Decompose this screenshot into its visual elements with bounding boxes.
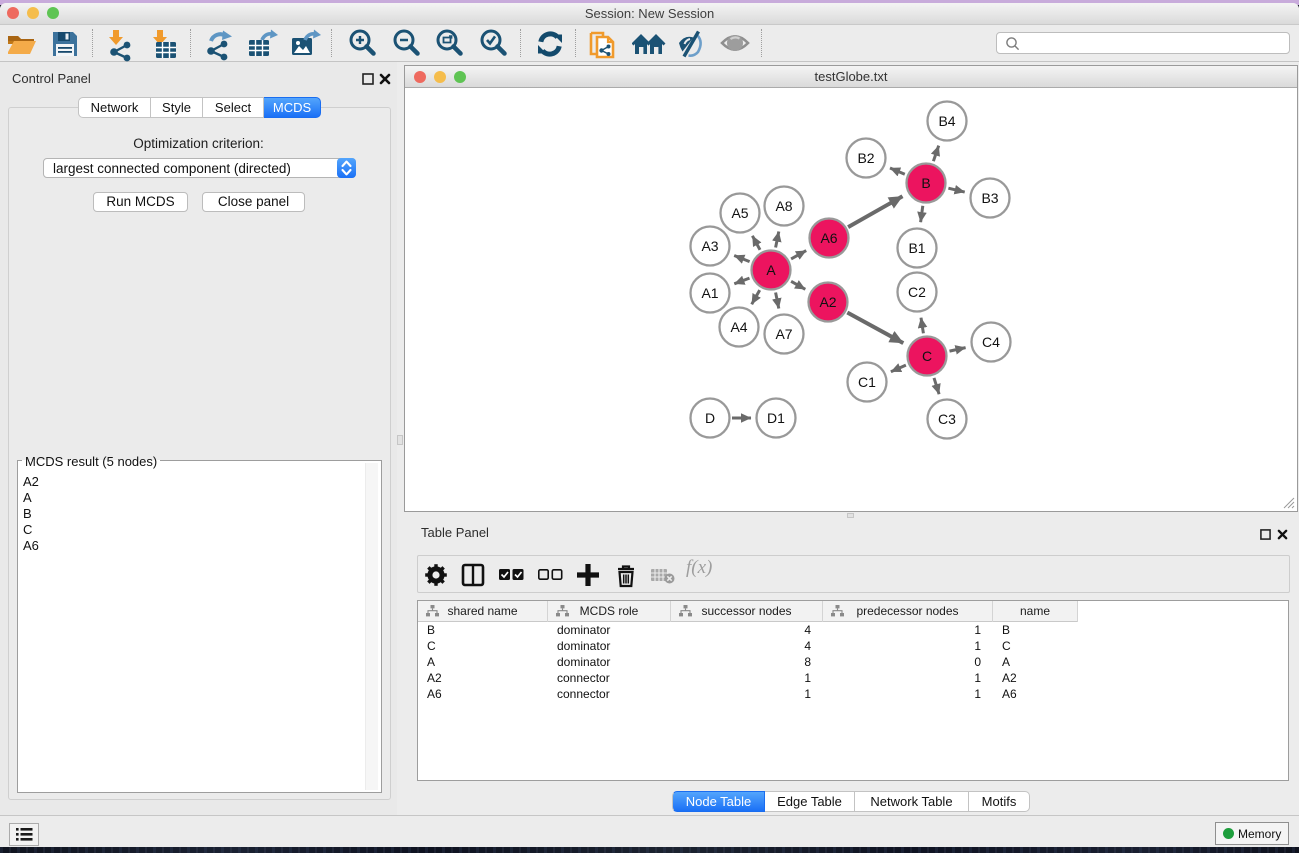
svg-text:B4: B4 [938, 113, 955, 129]
svg-text:A6: A6 [820, 230, 837, 246]
svg-text:A1: A1 [701, 285, 718, 301]
svg-text:A2: A2 [819, 294, 836, 310]
svg-text:C4: C4 [982, 334, 1000, 350]
svg-text:C3: C3 [938, 411, 956, 427]
svg-text:D: D [705, 410, 715, 426]
svg-text:A3: A3 [701, 238, 718, 254]
svg-text:A8: A8 [775, 198, 792, 214]
svg-text:A5: A5 [731, 205, 748, 221]
svg-text:B1: B1 [908, 240, 925, 256]
svg-text:A7: A7 [775, 326, 792, 342]
svg-text:B: B [921, 175, 930, 191]
svg-text:C: C [922, 348, 932, 364]
svg-text:A: A [766, 262, 776, 278]
svg-text:D1: D1 [767, 410, 785, 426]
svg-text:C2: C2 [908, 284, 926, 300]
svg-text:B3: B3 [981, 190, 998, 206]
svg-text:A4: A4 [730, 319, 747, 335]
svg-text:B2: B2 [857, 150, 874, 166]
svg-text:C1: C1 [858, 374, 876, 390]
